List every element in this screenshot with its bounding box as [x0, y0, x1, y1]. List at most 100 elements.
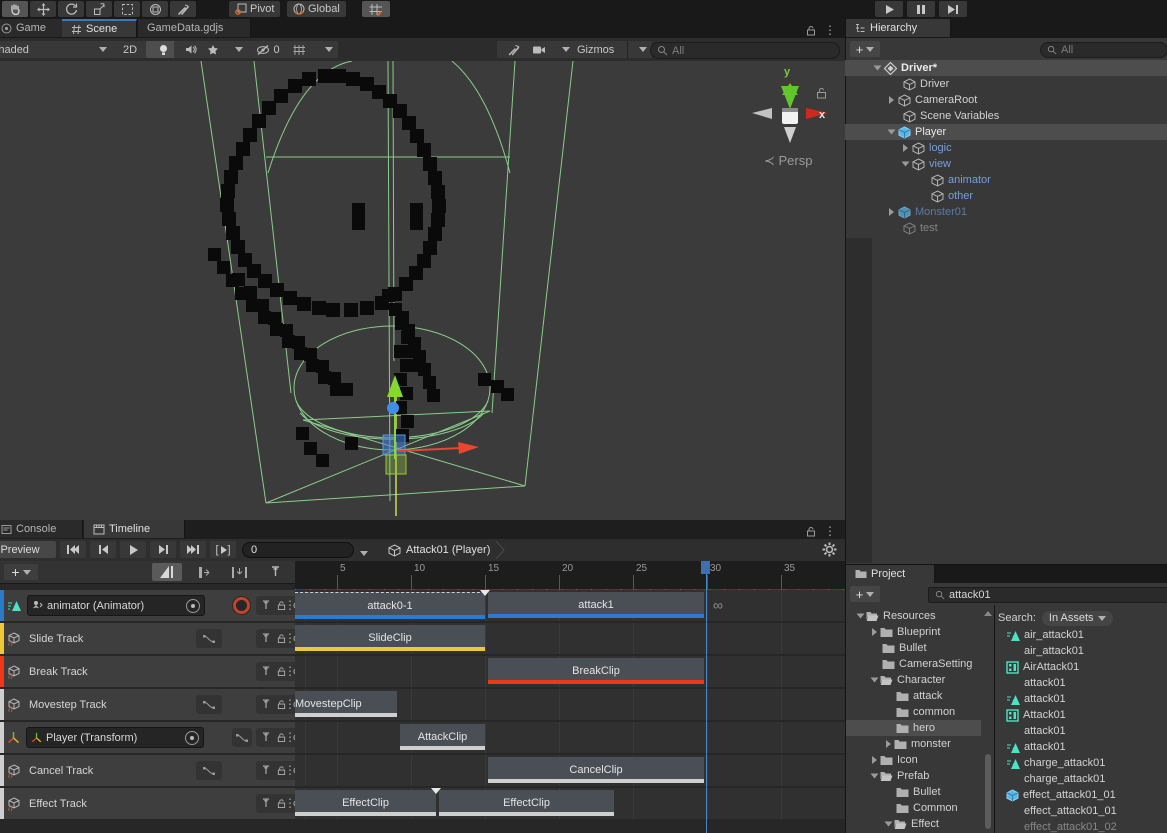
track-header-effect[interactable]: {} Effect Track ⋮	[0, 788, 295, 819]
pin-icon[interactable]	[262, 699, 270, 710]
pause-button[interactable]	[907, 1, 935, 17]
pin-icon[interactable]	[262, 732, 270, 743]
project-folder[interactable]: Effect	[846, 816, 981, 832]
playhead-marker[interactable]	[701, 561, 710, 574]
asset-result[interactable]: AirAttack01	[998, 659, 1167, 675]
hierarchy-row-player[interactable]: Player	[845, 124, 1167, 140]
panel-kebab-icon[interactable]: ⋮	[824, 23, 836, 37]
pin-icon[interactable]	[262, 600, 270, 611]
project-folder[interactable]: Character	[846, 672, 981, 688]
clip[interactable]: AttackClip	[400, 724, 485, 750]
hierarchy-row[interactable]: view	[845, 156, 1167, 172]
gizmo-y-label[interactable]: y	[784, 66, 790, 78]
pin-icon[interactable]	[262, 666, 270, 677]
lock-icon[interactable]	[806, 25, 816, 36]
track-header-movestep[interactable]: {} Movestep Track ⋮	[0, 689, 295, 720]
clip[interactable]: attack0-1	[295, 592, 485, 619]
tab-gamedata[interactable]: GameData.gdjs	[138, 19, 251, 37]
animator-object-field[interactable]: animator (Animator)	[27, 595, 205, 616]
shading-dropdown[interactable]: Shaded	[0, 41, 112, 58]
asset-result[interactable]: air_attack01	[998, 643, 1167, 659]
project-folder[interactable]: Bullet	[846, 784, 981, 800]
timeline-breadcrumb[interactable]: Attack01 (Player)	[388, 541, 505, 559]
project-folder[interactable]: attack	[846, 688, 981, 704]
lock-icon[interactable]	[806, 526, 816, 537]
track-lane-effect[interactable]: EffectClip EffectClip	[295, 788, 845, 819]
expander-icon[interactable]	[889, 208, 894, 216]
tab-project[interactable]: Project	[846, 565, 935, 583]
project-folder-selected[interactable]: hero	[846, 720, 981, 736]
tab-game[interactable]: Game	[0, 19, 63, 37]
project-folder[interactable]: common	[846, 704, 981, 720]
hierarchy-row[interactable]: Scene Variables	[845, 108, 1167, 124]
asset-result[interactable]: Attack01	[998, 707, 1167, 723]
hierarchy-row-scene[interactable]: Driver*	[845, 60, 1167, 76]
project-folder[interactable]: CameraSetting	[846, 656, 981, 672]
curve-view-button[interactable]	[196, 629, 222, 648]
scene-tools-button[interactable]	[497, 41, 531, 58]
next-frame-button[interactable]	[150, 541, 176, 558]
panel-kebab-icon[interactable]: ⋮	[824, 524, 836, 538]
search-scope-dropdown[interactable]: In Assets	[1042, 611, 1113, 626]
expander-icon[interactable]	[872, 756, 877, 764]
grid-snap-icon[interactable]	[362, 1, 390, 17]
expander-icon[interactable]	[902, 162, 910, 167]
object-picker-icon[interactable]	[186, 599, 200, 613]
preview-toggle[interactable]: Preview	[0, 541, 56, 558]
frame-dropdown[interactable]	[360, 547, 368, 559]
tab-scene[interactable]: Scene	[62, 19, 137, 37]
clip[interactable]: CancelClip	[488, 757, 704, 783]
asset-result[interactable]: charge_attack01	[998, 771, 1167, 787]
asset-result[interactable]: effect_attack01_01	[998, 787, 1167, 803]
clip[interactable]: EffectClip	[295, 790, 436, 816]
hierarchy-row[interactable]: CameraRoot	[845, 92, 1167, 108]
frame-field[interactable]: 0	[242, 542, 354, 558]
goto-end-button[interactable]	[180, 541, 206, 558]
play-button[interactable]	[875, 1, 903, 17]
pin-icon[interactable]	[262, 798, 270, 809]
gizmo-x-label[interactable]: x	[819, 109, 825, 121]
project-tree-scrollbar[interactable]	[984, 609, 992, 829]
timeline-settings-button[interactable]	[822, 542, 837, 560]
project-add-button[interactable]: +	[850, 586, 880, 602]
effects-dropdown[interactable]	[202, 41, 248, 58]
persp-label[interactable]: ≺ Persp	[764, 153, 812, 169]
move-tool-icon[interactable]	[30, 1, 56, 17]
asset-result[interactable]: attack01	[998, 739, 1167, 755]
player-object-field[interactable]: Player (Transform)	[26, 727, 204, 748]
play-timeline-button[interactable]	[120, 541, 146, 558]
track-header-cancel[interactable]: {} Cancel Track ⋮	[0, 755, 295, 786]
track-lane-movestep[interactable]: MovestepClip	[295, 689, 845, 720]
hierarchy-row[interactable]: test	[845, 220, 1167, 236]
goto-start-button[interactable]	[60, 541, 86, 558]
prev-frame-button[interactable]	[90, 541, 116, 558]
2d-toggle[interactable]: 2D	[110, 41, 150, 58]
custom-tool-icon[interactable]	[170, 1, 196, 17]
track-lane-break[interactable]: BreakClip	[295, 656, 845, 687]
grid-dropdown[interactable]	[288, 41, 338, 58]
hand-tool-icon[interactable]	[2, 1, 28, 17]
asset-result[interactable]: attack01	[998, 723, 1167, 739]
expander-icon[interactable]	[889, 96, 894, 104]
clip[interactable]: SlideClip	[295, 625, 485, 651]
track-header-player[interactable]: Player (Transform) ⋮	[0, 722, 295, 753]
rotate-tool-icon[interactable]	[58, 1, 84, 17]
global-toggle[interactable]: Global	[287, 1, 346, 17]
clip[interactable]: EffectClip	[439, 790, 614, 816]
pin-icon[interactable]	[262, 765, 270, 776]
clip[interactable]: BreakClip	[488, 658, 704, 684]
expander-icon[interactable]	[857, 614, 865, 619]
track-header-animator[interactable]: animator (Animator) ⋮	[0, 590, 295, 621]
edit-mode-replace-icon[interactable]	[224, 563, 254, 581]
scale-tool-icon[interactable]	[86, 1, 112, 17]
expander-icon[interactable]	[886, 740, 891, 748]
hierarchy-row[interactable]: Monster01	[845, 204, 1167, 220]
hierarchy-row[interactable]: animator	[845, 172, 1167, 188]
rect-tool-icon[interactable]	[114, 1, 140, 17]
project-folder[interactable]: Blueprint	[846, 624, 981, 640]
scene-viewport[interactable]: y x ≺ Persp	[0, 61, 845, 520]
project-folder[interactable]: Resources	[846, 608, 981, 624]
record-button[interactable]	[232, 596, 251, 615]
curve-view-button[interactable]	[196, 695, 222, 714]
clip[interactable]: MovestepClip	[295, 691, 397, 717]
